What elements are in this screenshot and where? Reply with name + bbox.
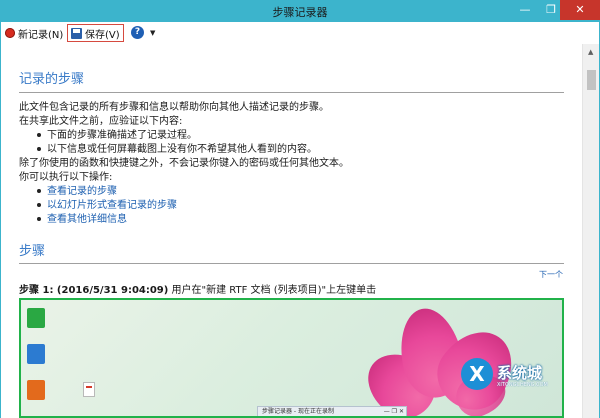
step-label: 步骤 1: (2016/5/31 9:04:09) [19,285,169,296]
action-item: 查看其他详细信息 [37,210,127,225]
chevron-down-icon: ▼ [150,28,156,37]
save-button[interactable]: 保存(V) [67,24,124,42]
check-item: 下面的步骤准确描述了记录过程。 [37,126,197,141]
document-file-icon [83,382,95,397]
mini-window-buttons: — ❐ ✕ [383,408,404,415]
scrollbar-thumb[interactable] [587,70,596,90]
step-screenshot: X 系统城 XITONGCHENG.COM 步骤记录器 - 现在正在录制 — ❐… [19,298,564,418]
recorder-mini-window: 步骤记录器 - 现在正在录制 — ❐ ✕ [257,406,407,416]
scroll-up-icon[interactable]: ▲ [588,48,593,56]
desktop-app-icon [27,308,45,328]
action-item: 查看记录的步骤 [37,182,117,197]
watermark-subtext: XITONGCHENG.COM [497,382,548,388]
watermark-text: 系统城 [497,364,543,382]
steps-recorder-window: 步骤记录器 — ❐ ✕ 新记录(N) 保存(V) ? ▼ 记录的步骤 此文件包含… [0,0,600,418]
close-button[interactable]: ✕ [560,0,600,20]
section-title-recorded-steps: 记录的步骤 [19,72,85,87]
new-record-button[interactable]: 新记录(N) [5,25,63,41]
next-step-link[interactable]: 下一个 [539,269,563,280]
action-item: 以幻灯片形式查看记录的步骤 [37,196,177,211]
step-description: 步骤 1: (2016/5/31 9:04:09) 用户在"新建 RTF 文档 … [19,281,376,296]
help-menu-button[interactable]: ? ▼ [131,26,155,39]
title-bar[interactable]: 步骤记录器 — ❐ ✕ [0,0,600,22]
record-dot-icon [5,28,15,38]
floppy-disk-icon [71,27,82,39]
new-record-label: 新记录(N) [18,29,64,41]
divider [19,263,564,264]
divider [19,92,564,93]
watermark-logo-icon: X [461,358,493,390]
minimize-button[interactable]: — [512,0,538,20]
desktop-app-icon [27,344,45,364]
note-text: 除了你使用的函数和快捷键之外，不会记录你键入的密码或任何其他文本。 [19,158,349,169]
section-title-steps: 步骤 [19,244,46,259]
mini-window-title: 步骤记录器 - 现在正在录制 [262,408,334,415]
vertical-scrollbar[interactable]: ▲ [582,44,599,418]
document-view: 记录的步骤 此文件包含记录的所有步骤和信息以帮助你向其他人描述记录的步骤。 在共… [1,44,582,418]
help-icon: ? [131,26,144,39]
before-share-text: 在共享此文件之前，应验证以下内容: [19,116,183,127]
window-title: 步骤记录器 [272,6,328,19]
details-link[interactable]: 查看其他详细信息 [47,214,127,225]
toolbar: 新记录(N) 保存(V) ? ▼ [1,22,599,44]
actions-intro: 你可以执行以下操作: [19,172,113,183]
step-action: 用户在"新建 RTF 文档 (列表项目)"上左键单击 [168,285,377,296]
desktop-app-icon [27,380,45,400]
check-item: 以下信息或任何屏幕截图上没有你不希望其他人看到的内容。 [37,140,317,155]
site-watermark: X 系统城 XITONGCHENG.COM [461,358,561,398]
intro-text: 此文件包含记录的所有步骤和信息以帮助你向其他人描述记录的步骤。 [19,102,329,113]
save-label: 保存(V) [85,29,120,41]
